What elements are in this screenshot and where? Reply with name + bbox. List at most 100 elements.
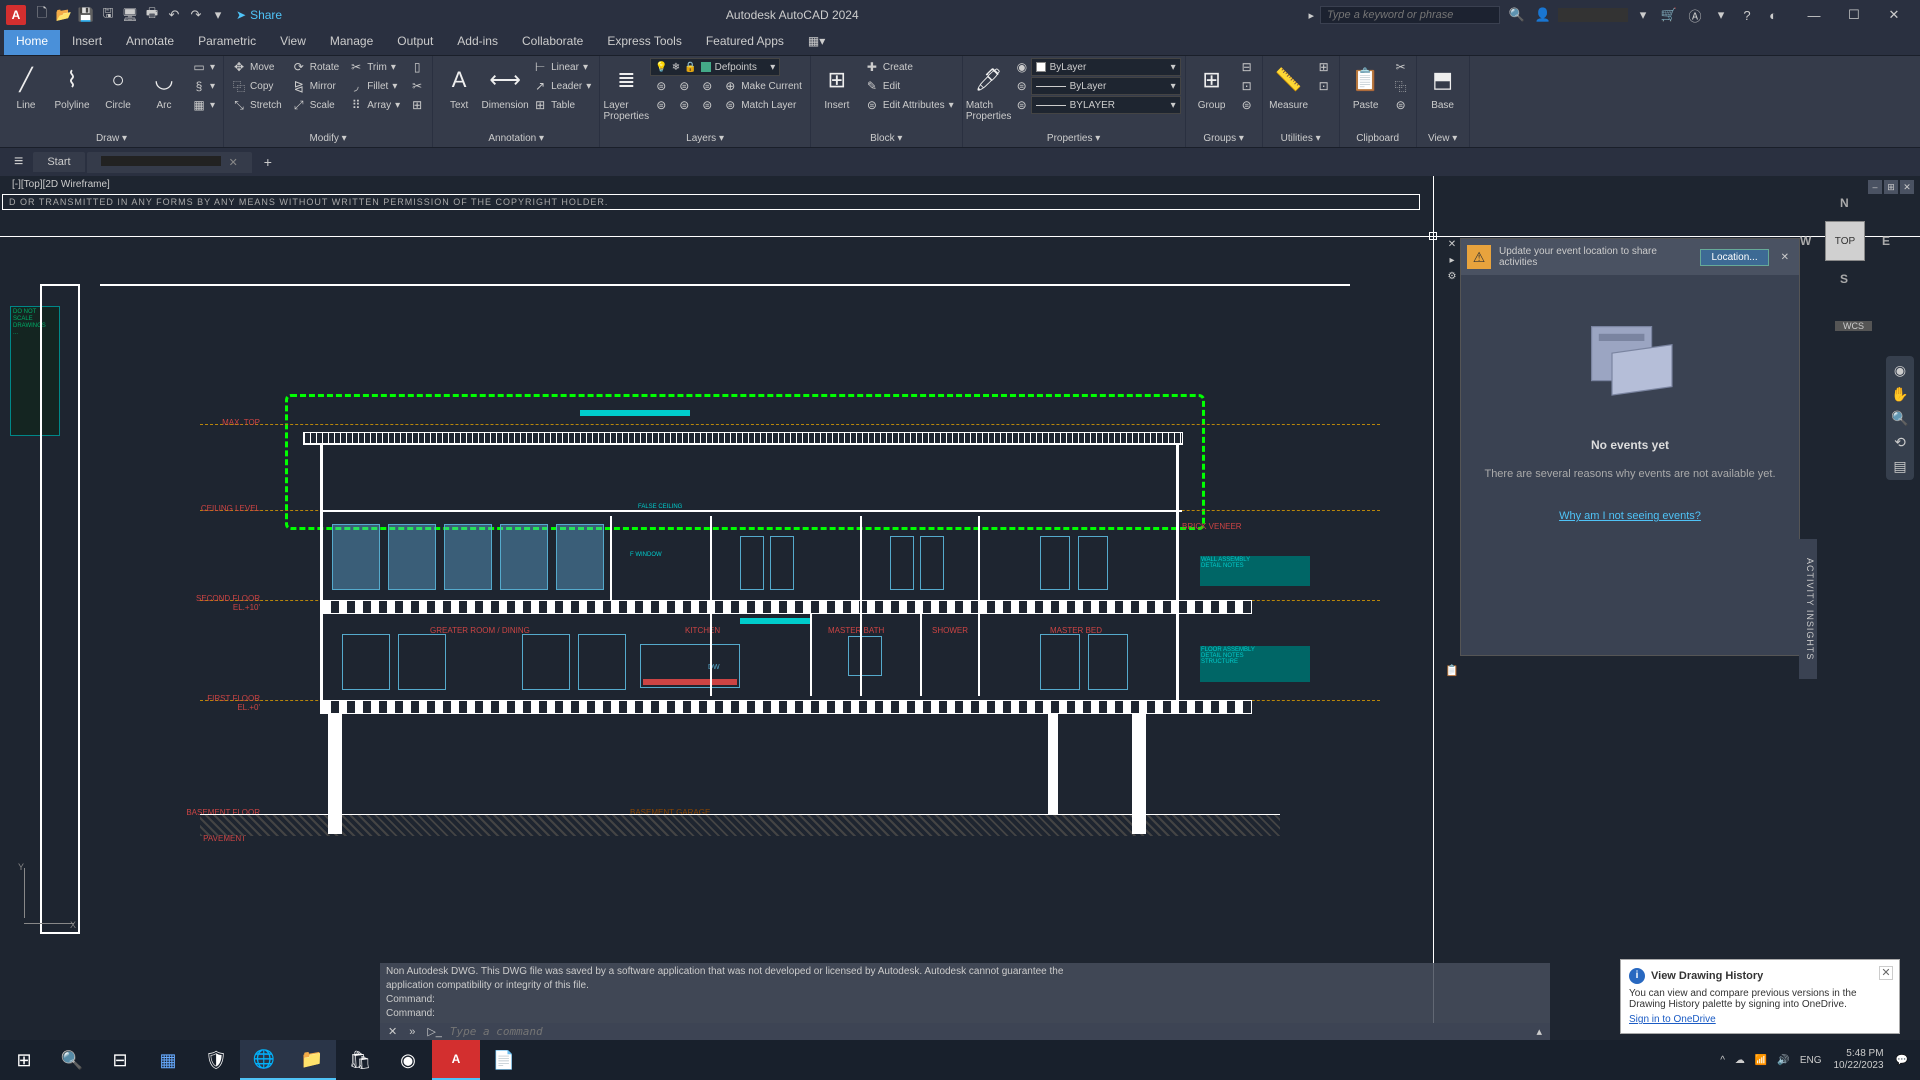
stretch-button[interactable]: ⤡Stretch: [228, 96, 286, 114]
tab-output[interactable]: Output: [385, 30, 445, 55]
qat-new-icon[interactable]: 🗋: [32, 5, 52, 25]
color-combo[interactable]: ByLayer▾: [1031, 58, 1181, 76]
panel-utilities-title[interactable]: Utilities ▾: [1267, 132, 1335, 145]
cmd-expand-icon[interactable]: »: [405, 1026, 419, 1038]
qat-redo-icon[interactable]: ↷: [186, 5, 206, 25]
taskbar-clock[interactable]: 5:48 PM 10/22/2023: [1827, 1048, 1889, 1072]
qat-saveas-icon[interactable]: 🖫: [98, 5, 118, 25]
nav-orbit-icon[interactable]: ⟲: [1890, 432, 1910, 452]
edit-button[interactable]: ✎Edit: [861, 77, 958, 95]
panel-modify-title[interactable]: Modify ▾: [228, 132, 428, 145]
nav-zoom-icon[interactable]: 🔍: [1890, 408, 1910, 428]
taskbar-autocad-icon[interactable]: A: [432, 1040, 480, 1080]
panel-properties-title[interactable]: Properties ▾: [967, 132, 1181, 145]
tab-express-tools[interactable]: Express Tools: [595, 30, 693, 55]
draw-extra3-button[interactable]: ▦▾: [188, 96, 219, 114]
share-button[interactable]: ➤Share: [236, 8, 282, 22]
tab-insert[interactable]: Insert: [60, 30, 114, 55]
modify-extra1[interactable]: ▯: [406, 58, 428, 76]
panel-view-title[interactable]: View ▾: [1421, 132, 1465, 145]
match-properties-button[interactable]: 🖊Match Properties: [967, 58, 1011, 124]
viewcube-face[interactable]: TOP: [1825, 221, 1865, 261]
layer-tool1[interactable]: ⊜: [650, 96, 672, 114]
group-button[interactable]: ⊞Group: [1190, 58, 1234, 113]
app-icon[interactable]: A: [6, 5, 26, 25]
help-icon[interactable]: ?: [1736, 4, 1758, 26]
draw-extra1-button[interactable]: ▭▾: [188, 58, 219, 76]
dimension-button[interactable]: ⟷Dimension: [483, 58, 527, 113]
modify-extra2[interactable]: ✂: [406, 77, 428, 95]
layer-tool3[interactable]: ⊜: [696, 96, 718, 114]
cmd-recent-icon[interactable]: ▴: [1532, 1025, 1546, 1038]
linetype-combo[interactable]: BYLAYER▾: [1031, 96, 1181, 114]
util-tool1[interactable]: ⊞: [1313, 58, 1335, 76]
prop-tool3[interactable]: ⊜: [1013, 96, 1029, 114]
close-button[interactable]: ✕: [1874, 1, 1914, 29]
move-button[interactable]: ✥Move: [228, 58, 286, 76]
layer-tool2[interactable]: ⊜: [673, 96, 695, 114]
table-button[interactable]: ⊞Table: [529, 96, 595, 114]
make-current-button[interactable]: ⊕Make Current: [719, 77, 806, 95]
wcs-label[interactable]: WCS: [1835, 321, 1872, 331]
clip-tool1[interactable]: ✂: [1390, 58, 1412, 76]
cart-icon[interactable]: 🛒: [1658, 4, 1680, 26]
tab-parametric[interactable]: Parametric: [186, 30, 268, 55]
viewcube-s[interactable]: S: [1840, 272, 1848, 286]
tab-addins[interactable]: Add-ins: [445, 30, 510, 55]
viewcube-n[interactable]: N: [1840, 196, 1849, 210]
tray-notifications-icon[interactable]: 💬: [1892, 1055, 1912, 1066]
viewcube-e[interactable]: E: [1882, 234, 1890, 248]
panel-close-icon[interactable]: ✕: [1445, 239, 1459, 253]
layer-state3[interactable]: ⊜: [696, 77, 718, 95]
lineweight-combo[interactable]: ByLayer▾: [1031, 77, 1181, 95]
panel-clipboard-title[interactable]: Clipboard: [1344, 132, 1412, 145]
polyline-button[interactable]: ⌇Polyline: [50, 58, 94, 113]
qat-dropdown-icon[interactable]: ▾: [208, 5, 228, 25]
popup-close-icon[interactable]: ✕: [1879, 966, 1893, 980]
file-tab-start[interactable]: Start: [33, 152, 84, 172]
qat-web-icon[interactable]: 🖥: [120, 5, 140, 25]
insert-button[interactable]: ⊞Insert: [815, 58, 859, 113]
nav-wheel-icon[interactable]: ◉: [1890, 360, 1910, 380]
autodesk-dropdown-icon[interactable]: ▾: [1632, 4, 1654, 26]
taskbar-app1-icon[interactable]: 🛡: [192, 1040, 240, 1080]
copy-button[interactable]: ⿻Copy: [228, 77, 286, 95]
taskbar-app2-icon[interactable]: 📄: [480, 1040, 528, 1080]
tab-annotate[interactable]: Annotate: [114, 30, 186, 55]
tray-onedrive-icon[interactable]: ☁: [1731, 1055, 1749, 1066]
drawing-area[interactable]: [-][Top][2D Wireframe] D OR TRANSMITTED …: [0, 176, 1920, 1040]
qat-save-icon[interactable]: 💾: [76, 5, 96, 25]
group-tool1[interactable]: ⊟: [1236, 58, 1258, 76]
group-tool3[interactable]: ⊜: [1236, 96, 1258, 114]
vp-minus-icon[interactable]: –: [1868, 180, 1882, 194]
text-button[interactable]: AText: [437, 58, 481, 113]
layer-state2[interactable]: ⊜: [673, 77, 695, 95]
search-taskbar-icon[interactable]: 🔍: [48, 1040, 96, 1080]
trim-button[interactable]: ✂Trim ▾: [345, 58, 404, 76]
prop-tool2[interactable]: ⊜: [1013, 77, 1029, 95]
why-no-events-link[interactable]: Why am I not seeing events?: [1559, 510, 1701, 522]
tray-chevron-icon[interactable]: ^: [1716, 1055, 1729, 1066]
app-store-icon[interactable]: Ⓐ: [1684, 4, 1706, 26]
cmd-close-icon[interactable]: ✕: [384, 1025, 401, 1038]
panel-draw-title[interactable]: Draw ▾: [4, 132, 219, 145]
search-input[interactable]: [1320, 6, 1500, 24]
util-tool2[interactable]: ⊡: [1313, 77, 1335, 95]
search-chevron-icon[interactable]: ▸: [1302, 9, 1320, 22]
viewport-label[interactable]: [-][Top][2D Wireframe]: [8, 178, 114, 191]
circle-button[interactable]: ○Circle: [96, 58, 140, 113]
vp-config-icon[interactable]: ⊞: [1884, 180, 1898, 194]
viewcube-w[interactable]: W: [1800, 234, 1811, 248]
command-input[interactable]: [450, 1025, 1529, 1038]
help-dropdown-icon[interactable]: ▾: [1710, 4, 1732, 26]
qat-undo-icon[interactable]: ↶: [164, 5, 184, 25]
create-button[interactable]: ✚Create: [861, 58, 958, 76]
linear-button[interactable]: ⊢Linear ▾: [529, 58, 595, 76]
panel-groups-title[interactable]: Groups ▾: [1190, 132, 1258, 145]
taskbar-explorer-icon[interactable]: 📁: [288, 1040, 336, 1080]
viewcube[interactable]: TOP N S E W: [1800, 196, 1890, 286]
match-layer-button[interactable]: ⊜Match Layer: [719, 96, 800, 114]
group-tool2[interactable]: ⊡: [1236, 77, 1258, 95]
leader-button[interactable]: ↗Leader ▾: [529, 77, 595, 95]
panel-settings-icon[interactable]: ⚙: [1445, 271, 1459, 285]
